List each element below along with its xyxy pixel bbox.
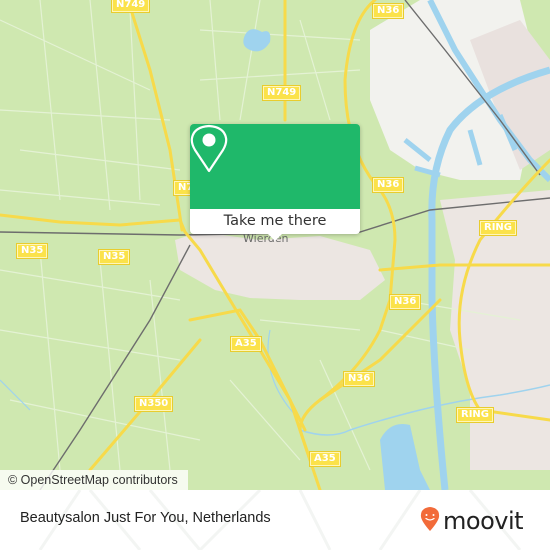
moovit-pin-icon <box>420 506 440 536</box>
map-view[interactable]: Wierden N749 N749 N36 N7 N36 N35 N35 RIN… <box>0 0 550 490</box>
road-label-n749: N749 <box>263 86 301 100</box>
lake-north <box>243 29 271 52</box>
road-label-n749: N749 <box>112 0 150 12</box>
brand-name: moovit <box>443 507 524 535</box>
road-label-n36: N36 <box>390 295 421 309</box>
map-attribution[interactable]: © OpenStreetMap contributors <box>0 470 188 490</box>
road-label-n36: N36 <box>373 178 404 192</box>
stream-center <box>267 329 301 421</box>
road-label-n350: N350 <box>135 397 173 411</box>
road-label-ring: RING <box>480 221 516 235</box>
footer-bar: Beautysalon Just For You, Netherlands mo… <box>0 490 550 550</box>
stream-west <box>0 379 31 411</box>
location-popup: Take me there <box>190 124 360 241</box>
road-label-n35: N35 <box>99 250 130 264</box>
road-label-n36: N36 <box>344 372 375 386</box>
lake-south <box>380 424 430 490</box>
road-label-n35: N35 <box>17 244 48 258</box>
popup-pin-area[interactable] <box>190 124 360 209</box>
popup-pointer <box>267 233 283 241</box>
railway-south-west <box>39 244 191 490</box>
road-label-a35: A35 <box>310 452 340 466</box>
take-me-there-button[interactable]: Take me there <box>190 209 360 234</box>
road-label-ring: RING <box>457 408 493 422</box>
road-label-n36: N36 <box>373 4 404 18</box>
road-label-a35: A35 <box>231 337 261 351</box>
place-title: Beautysalon Just For You, Netherlands <box>20 510 271 526</box>
moovit-logo[interactable]: moovit <box>420 506 524 536</box>
